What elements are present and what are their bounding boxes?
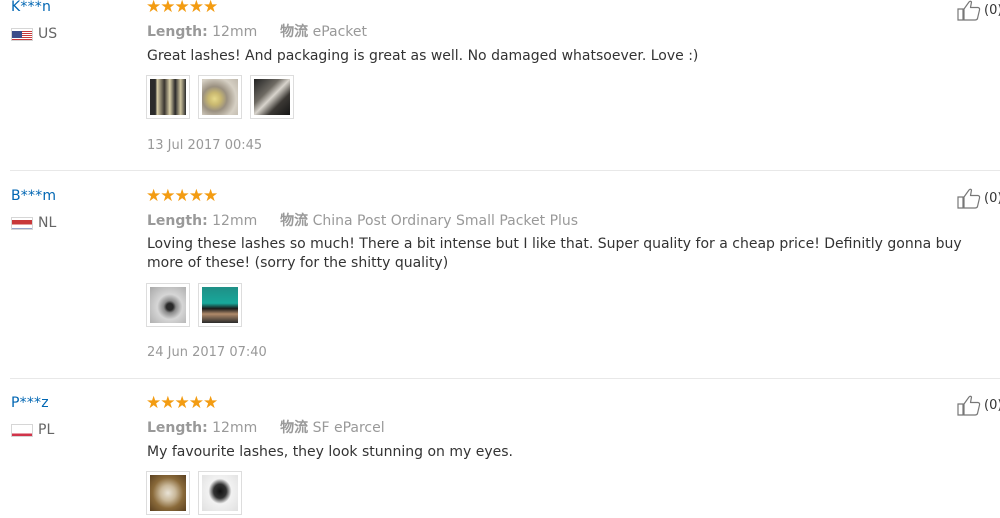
shipping-label: 物流 [280, 213, 309, 229]
review-photos [146, 75, 302, 119]
review-date: 13 Jul 2017 00:45 [147, 138, 263, 153]
review-text: Loving these lashes so much! There a bit… [147, 236, 962, 271]
review-text: My favourite lashes, they look stunning … [147, 444, 513, 460]
length-label: Length: [147, 24, 208, 40]
pl-flag-icon [11, 423, 33, 437]
reviewer-country: NL [11, 215, 56, 231]
review-photos [146, 283, 250, 327]
reviewer-name[interactable]: B***m [11, 188, 56, 204]
review-photo-thumbnail[interactable] [198, 471, 242, 515]
reviewer-country: PL [11, 422, 54, 438]
nl-flag-icon [11, 216, 33, 230]
review-date: 24 Jun 2017 07:40 [147, 345, 267, 360]
order-info: Length: 12mm 物流 China Post Ordinary Smal… [147, 210, 578, 230]
review-photo-thumbnail[interactable] [198, 283, 242, 327]
us-flag-icon [11, 27, 33, 41]
helpful-button[interactable]: (0) [956, 394, 1000, 416]
review-photos [146, 471, 250, 515]
review-photo-thumbnail[interactable] [146, 75, 190, 119]
review-photo-thumbnail[interactable] [146, 283, 190, 327]
length-label: Length: [147, 420, 208, 436]
star-rating: ★★★★★ [146, 0, 218, 17]
length-value: 12mm [212, 24, 258, 40]
helpful-button[interactable]: (0) [956, 187, 1000, 209]
country-code: US [38, 26, 58, 42]
helpful-count: (0) [984, 2, 1000, 18]
helpful-count: (0) [984, 397, 1000, 413]
order-info: Length: 12mm 物流 SF eParcel [147, 417, 385, 437]
shipping-value: SF eParcel [312, 420, 385, 436]
length-value: 12mm [212, 420, 258, 436]
reviewer-name[interactable]: P***z [11, 395, 49, 411]
country-code: PL [38, 422, 55, 438]
length-label: Length: [147, 213, 208, 229]
order-info: Length: 12mm 物流 ePacket [147, 21, 367, 41]
thumbs-up-icon [957, 0, 981, 21]
star-rating: ★★★★★ [146, 393, 218, 413]
review-photo-thumbnail[interactable] [250, 75, 294, 119]
reviewer-country: US [11, 26, 57, 42]
review-photo-thumbnail[interactable] [146, 471, 190, 515]
length-value: 12mm [212, 213, 258, 229]
shipping-value: China Post Ordinary Small Packet Plus [312, 213, 579, 229]
helpful-button[interactable]: (0) [956, 0, 1000, 21]
thumbs-up-icon [957, 188, 981, 209]
shipping-label: 物流 [280, 420, 309, 436]
review-divider [10, 378, 1000, 379]
shipping-value: ePacket [312, 24, 367, 40]
helpful-count: (0) [984, 190, 1000, 206]
review-photo-thumbnail[interactable] [198, 75, 242, 119]
thumbs-up-icon [957, 395, 981, 416]
shipping-label: 物流 [280, 24, 309, 40]
review-divider [10, 170, 1000, 171]
country-code: NL [38, 215, 57, 231]
reviewer-name[interactable]: K***n [11, 0, 51, 15]
review-text: Great lashes! And packaging is great as … [147, 48, 699, 64]
star-rating: ★★★★★ [146, 186, 218, 206]
